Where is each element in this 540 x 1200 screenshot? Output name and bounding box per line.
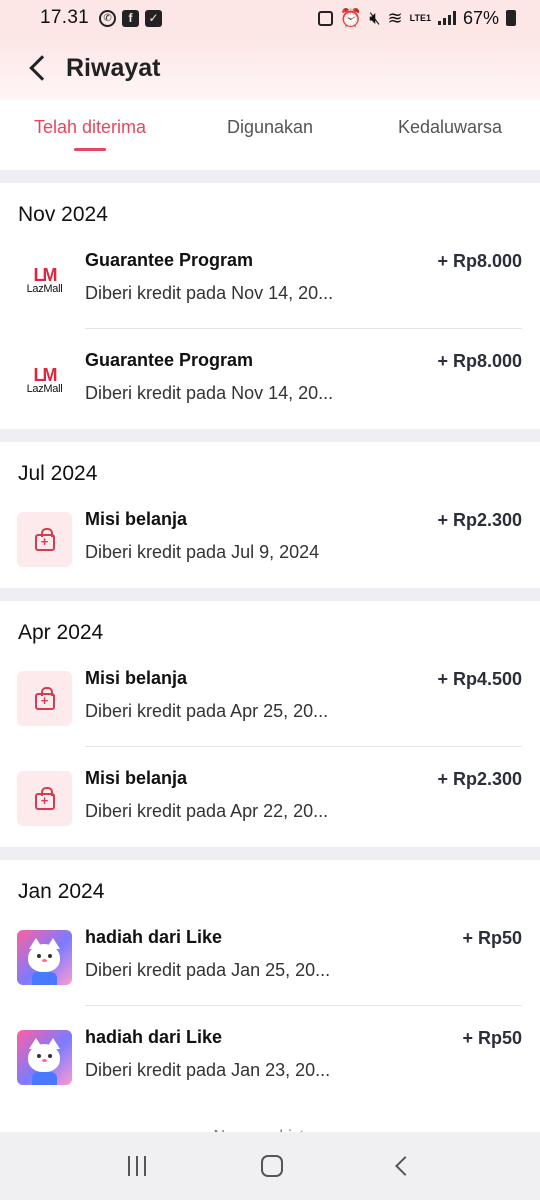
item-title: hadiah dari Like (85, 927, 223, 947)
item-title: hadiah dari Like (85, 1027, 223, 1047)
home-button[interactable] (260, 1155, 283, 1177)
facebook-icon: f (122, 9, 140, 27)
section-separator (0, 847, 540, 860)
item-amount: + Rp4.500 (437, 669, 522, 689)
battery-icon (506, 10, 516, 26)
lte-indicator: LTE1 (409, 12, 431, 23)
status-time: 17.31 (40, 7, 90, 28)
lazmall-logo-mark: LM (33, 264, 58, 285)
cat-avatar-icon (17, 1030, 72, 1085)
section-separator (0, 429, 540, 442)
recent-apps-button[interactable] (127, 1156, 146, 1176)
list-item[interactable]: + Misi belanja Diberi kredit pada Jul 9,… (0, 488, 540, 588)
item-amount: + Rp2.300 (437, 769, 522, 789)
alarm-icon: ⏰ (339, 7, 363, 28)
back-button[interactable] (8, 36, 68, 100)
tab-received[interactable]: Telah diterima (0, 100, 180, 170)
item-title: Misi belanja (85, 509, 188, 529)
chevron-left-icon (29, 55, 55, 81)
lazmall-logo-text: LazMall (26, 282, 63, 295)
system-nav-bar (0, 1132, 540, 1200)
item-title: Misi belanja (85, 768, 188, 788)
wifi-icon: ≋ (387, 7, 403, 28)
month-section: Apr 2024 + Misi belanja Diberi kredit pa… (0, 601, 540, 847)
lazmall-logo-text: LazMall (26, 382, 63, 395)
list-item[interactable]: hadiah dari Like Diberi kredit pada Jan … (0, 1006, 540, 1106)
lazmall-logo: LM LazMall (17, 253, 72, 308)
checkbox-notification-icon: ✓ (145, 9, 163, 27)
list-item[interactable]: + Misi belanja Diberi kredit pada Apr 22… (0, 747, 540, 847)
item-amount: + Rp8.000 (437, 251, 522, 271)
item-subtitle: Diberi kredit pada Nov 14, 20... (85, 283, 334, 303)
app-header: Riwayat (0, 36, 540, 100)
whatsapp-icon: ✆ (99, 9, 117, 27)
month-header: Jan 2024 (18, 880, 105, 903)
item-subtitle: Diberi kredit pada Nov 14, 20... (85, 383, 334, 403)
list-item[interactable]: + Misi belanja Diberi kredit pada Apr 25… (0, 647, 540, 747)
section-separator (0, 588, 540, 601)
item-amount: + Rp2.300 (437, 510, 522, 530)
month-section: Nov 2024 LM LazMall Guarantee Program Di… (0, 183, 540, 429)
status-bar: 17.31 ✆ f ✓ ⏰ 🔇︎ ≋ LTE1 67% (0, 0, 540, 36)
page-title: Riwayat (66, 53, 161, 82)
section-separator (0, 170, 540, 183)
signal-icon (437, 11, 456, 25)
sim-lock-icon (317, 10, 333, 26)
shopping-bag-icon: + (17, 671, 72, 726)
history-list: Nov 2024 LM LazMall Guarantee Program Di… (0, 170, 540, 1168)
item-subtitle: Diberi kredit pada Jul 9, 2024 (85, 542, 320, 562)
item-subtitle: Diberi kredit pada Apr 22, 20... (85, 801, 329, 821)
item-subtitle: Diberi kredit pada Jan 23, 20... (85, 1060, 331, 1080)
month-header: Nov 2024 (18, 203, 108, 226)
item-amount: + Rp50 (462, 1028, 522, 1048)
battery-percent: 67% (462, 7, 499, 28)
item-title: Guarantee Program (85, 250, 254, 270)
month-section: Jul 2024 + Misi belanja Diberi kredit pa… (0, 442, 540, 588)
shopping-bag-icon: + (17, 771, 72, 826)
month-section: Jan 2024 hadiah dari Like Diberi kredit … (0, 860, 540, 1168)
month-header: Jul 2024 (18, 462, 98, 485)
month-header: Apr 2024 (18, 621, 104, 644)
mute-icon: 🔇︎ (369, 7, 381, 28)
status-bar-right: ⏰ 🔇︎ ≋ LTE1 67% (317, 7, 516, 29)
tab-expired[interactable]: Kedaluwarsa (360, 100, 540, 170)
item-title: Misi belanja (85, 668, 188, 688)
status-bar-left: 17.31 ✆ f ✓ (40, 7, 163, 29)
item-amount: + Rp8.000 (437, 351, 522, 371)
list-item[interactable]: LM LazMall Guarantee Program Diberi kred… (0, 229, 540, 329)
item-subtitle: Diberi kredit pada Jan 25, 20... (85, 960, 331, 980)
cat-avatar-icon (17, 930, 72, 985)
item-amount: + Rp50 (462, 928, 522, 948)
list-item[interactable]: hadiah dari Like Diberi kredit pada Jan … (0, 906, 540, 1006)
tab-used[interactable]: Digunakan (180, 100, 360, 170)
shopping-bag-icon: + (17, 512, 72, 567)
lazmall-logo-mark: LM (33, 364, 58, 385)
item-subtitle: Diberi kredit pada Apr 25, 20... (85, 701, 329, 721)
lazmall-logo: LM LazMall (17, 353, 72, 408)
system-back-button[interactable] (395, 1156, 416, 1176)
item-title: Guarantee Program (85, 350, 254, 370)
tab-bar: Telah diterima Digunakan Kedaluwarsa (0, 100, 540, 170)
list-item[interactable]: LM LazMall Guarantee Program Diberi kred… (0, 329, 540, 429)
